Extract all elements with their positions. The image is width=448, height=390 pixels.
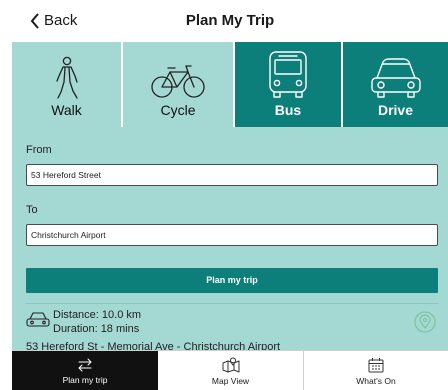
map-pin-icon[interactable] — [414, 311, 436, 333]
to-label: To — [26, 204, 38, 216]
mode-drive-button[interactable]: Drive — [343, 42, 448, 127]
bus-icon — [269, 51, 307, 98]
mode-bus-button[interactable]: Bus — [235, 42, 343, 127]
mode-bus-label: Bus — [274, 102, 302, 118]
tab-whats-on-label: What's On — [356, 375, 396, 386]
route-text: 53 Hereford St - Memorial Ave - Christch… — [26, 341, 281, 350]
car-icon — [26, 312, 50, 327]
calendar-icon — [368, 357, 384, 372]
to-field[interactable]: Christchurch Airport — [26, 224, 438, 246]
trip-result[interactable]: Distance: 10.0 km Duration: 18 mins 53 H… — [26, 308, 438, 350]
app-header: Back Plan My Trip — [12, 0, 448, 42]
from-label: From — [26, 144, 52, 156]
trip-form: From 53 Hereford Street To Christchurch … — [12, 127, 448, 350]
map-icon — [222, 357, 239, 372]
distance-text: Distance: 10.0 km — [53, 309, 142, 321]
mode-walk-button[interactable]: Walk — [12, 42, 123, 127]
page-title: Plan My Trip — [185, 12, 275, 29]
divider — [26, 303, 438, 304]
mode-cycle-label: Cycle — [160, 102, 196, 118]
mode-cycle-button[interactable]: Cycle — [123, 42, 235, 127]
tab-whats-on[interactable]: What's On — [304, 351, 448, 390]
duration-text: Duration: 18 mins — [53, 323, 140, 335]
tab-plan-my-trip-label: Plan my trip — [62, 374, 108, 385]
car-icon — [370, 58, 421, 98]
from-field[interactable]: 53 Hereford Street — [26, 164, 438, 186]
tab-plan-my-trip[interactable]: Plan my trip — [12, 351, 158, 390]
bottom-tab-bar: Plan my trip Map View What's On — [12, 350, 448, 390]
mode-drive-label: Drive — [377, 102, 414, 118]
bicycle-icon — [151, 65, 205, 98]
transport-mode-selector: Walk Cycle Bus Drive — [12, 42, 448, 127]
tab-map-view[interactable]: Map View — [158, 351, 304, 390]
plan-my-trip-button[interactable]: Plan my trip — [26, 268, 438, 293]
swap-arrows-icon — [78, 358, 92, 371]
tab-map-view-label: Map View — [211, 375, 250, 386]
walk-icon — [55, 56, 78, 99]
mode-walk-label: Walk — [51, 102, 82, 118]
